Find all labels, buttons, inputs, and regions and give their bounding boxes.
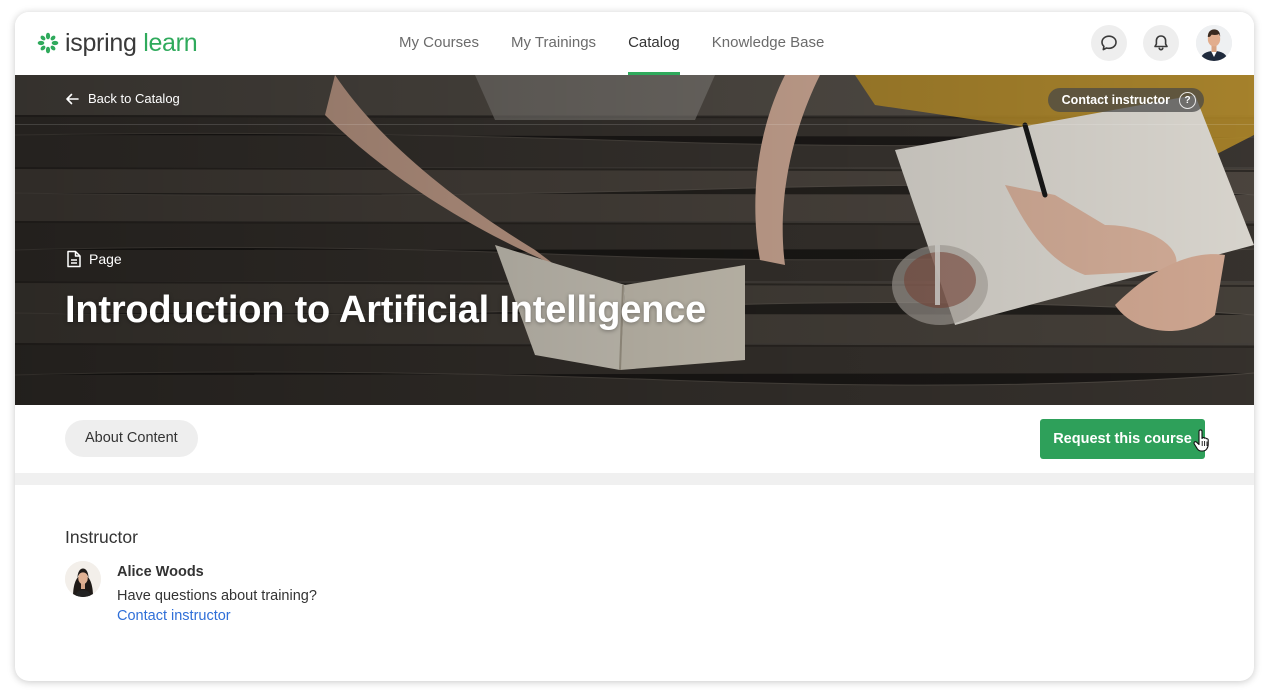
contact-instructor-link[interactable]: Contact instructor (117, 608, 231, 624)
nav-my-trainings[interactable]: My Trainings (511, 12, 596, 75)
logo-text-part1: ispring (65, 29, 137, 57)
brand-logo[interactable]: ispring learn (37, 28, 198, 58)
instructor-section-title: Instructor (65, 527, 138, 547)
chat-icon (1101, 35, 1117, 51)
logo-text: ispring learn (65, 28, 198, 58)
section-separator (15, 473, 1254, 485)
chat-button[interactable] (1091, 25, 1127, 61)
content-type-label: Page (66, 250, 122, 268)
logo-sparkle-icon (37, 32, 59, 54)
nav-my-courses[interactable]: My Courses (399, 12, 479, 75)
request-course-button[interactable]: Request this course (1040, 419, 1205, 459)
nav-knowledge-base[interactable]: Knowledge Base (712, 12, 825, 75)
help-icon: ? (1179, 91, 1196, 109)
back-to-catalog-label: Back to Catalog (88, 91, 180, 106)
notifications-button[interactable] (1143, 25, 1179, 61)
content-type-text: Page (89, 251, 122, 267)
main-nav: My Courses My Trainings Catalog Knowledg… (399, 12, 856, 75)
logo-text-part2: learn (143, 29, 198, 57)
back-to-catalog-link[interactable]: Back to Catalog (65, 91, 180, 106)
arrow-left-icon (66, 93, 79, 104)
bell-icon (1154, 35, 1168, 51)
instructor-question-text: Have questions about training? (117, 588, 317, 604)
top-bar: ispring learn My Courses My Trainings Ca… (15, 12, 1254, 75)
hand-cursor-icon (1193, 429, 1209, 452)
course-title: Introduction to Artificial Intelligence (65, 289, 707, 331)
contact-instructor-button[interactable]: Contact instructor ? (1047, 88, 1204, 112)
contact-instructor-label: Contact instructor (1061, 93, 1170, 107)
user-avatar[interactable] (1196, 25, 1232, 61)
course-hero: Back to Catalog Contact instructor ? Pag… (15, 75, 1254, 405)
page-icon (67, 250, 81, 268)
hero-divider (15, 124, 1254, 125)
nav-catalog[interactable]: Catalog (628, 12, 680, 75)
instructor-avatar-image (65, 561, 101, 597)
tab-about-content[interactable]: About Content (65, 420, 198, 457)
instructor-avatar (65, 561, 101, 597)
course-action-bar: About Content Request this course (15, 405, 1254, 473)
user-avatar-image (1196, 25, 1232, 61)
app-window: ispring learn My Courses My Trainings Ca… (15, 12, 1254, 681)
instructor-name: Alice Woods (117, 564, 204, 580)
